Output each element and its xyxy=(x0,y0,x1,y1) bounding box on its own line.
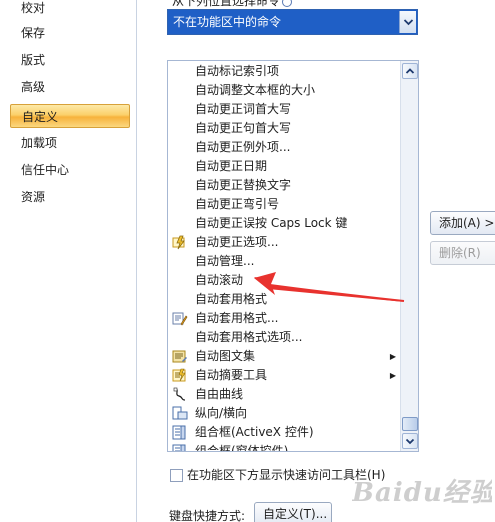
list-item-label: 自由曲线 xyxy=(195,387,244,401)
list-item-label: 自动标记索引项 xyxy=(195,64,280,78)
list-item-label: 自动管理... xyxy=(195,254,255,268)
list-item-label: 自动图文集 xyxy=(195,349,256,363)
list-item[interactable]: 自动更正误按 Caps Lock 键 xyxy=(168,214,401,233)
command-source-dropdown[interactable]: 不在功能区中的命令 xyxy=(167,9,418,35)
keyboard-shortcut-label: 键盘快捷方式: xyxy=(169,509,246,522)
list-item[interactable]: 自动摘要工具 ▶ xyxy=(168,366,401,385)
combobox-form-icon xyxy=(172,444,188,451)
list-item-label: 自动更正替换文字 xyxy=(195,178,292,192)
list-item-label: 自动更正例外项... xyxy=(195,140,291,154)
list-item-label: 纵向/横向 xyxy=(195,406,248,420)
chevron-up-icon xyxy=(405,68,415,74)
nav-item-advanced[interactable]: 高级 xyxy=(10,75,130,99)
list-item[interactable]: 组合框(窗体控件) xyxy=(168,442,401,452)
summary-icon xyxy=(172,368,188,383)
choose-commands-text: 从下列位置选择命令 xyxy=(172,0,281,8)
list-item-label: 自动滚动 xyxy=(195,273,244,287)
list-item[interactable]: 自动管理... xyxy=(168,252,401,271)
nav-item-trust-center[interactable]: 信任中心 xyxy=(10,158,130,182)
add-button[interactable]: 添加(A) >> xyxy=(430,211,495,235)
list-item-label: 自动更正选项... xyxy=(195,235,279,249)
chevron-down-icon xyxy=(405,438,415,445)
list-item[interactable]: 纵向/横向 xyxy=(168,404,401,423)
list-item-label: 自动更正误按 Caps Lock 键 xyxy=(195,216,348,230)
dropdown-button[interactable] xyxy=(399,11,416,33)
submenu-arrow-icon: ▶ xyxy=(389,371,396,380)
list-item[interactable]: 自动滚动 xyxy=(168,271,401,290)
nav-item-customize[interactable]: 自定义 xyxy=(10,104,130,128)
chevron-down-icon xyxy=(403,19,414,26)
list-item[interactable]: 自动套用格式... xyxy=(168,309,401,328)
list-item-label: 自动更正弯引号 xyxy=(195,197,280,211)
vertical-scrollbar[interactable] xyxy=(400,61,418,451)
lightning-icon xyxy=(172,235,188,250)
list-item[interactable]: 自动套用格式 xyxy=(168,290,401,309)
list-item-label: 自动套用格式... xyxy=(195,311,279,325)
customize-shortcuts-button[interactable]: 自定义(T)... xyxy=(254,502,332,522)
list-item[interactable]: 自动套用格式选项... xyxy=(168,328,401,347)
list-item-label: 自动套用格式选项... xyxy=(195,330,303,344)
nav-item-addins[interactable]: 加载项 xyxy=(10,131,130,155)
list-item[interactable]: 自动更正替换文字 xyxy=(168,176,401,195)
nav-item-resources[interactable]: 资源 xyxy=(10,185,130,209)
nav-item-proofing[interactable]: 校对 xyxy=(10,0,130,20)
list-item-label: 组合框(窗体控件) xyxy=(195,444,289,452)
list-item[interactable]: 自动更正例外项... xyxy=(168,138,401,157)
list-item[interactable]: 自动图文集 ▶ xyxy=(168,347,401,366)
list-item[interactable]: 自动更正句首大写 xyxy=(168,119,401,138)
list-item-label: 自动更正词首大写 xyxy=(195,102,292,116)
scroll-thumb[interactable] xyxy=(402,417,418,431)
nav-item-layout[interactable]: 版式 xyxy=(10,48,130,72)
list-item-label: 自动更正日期 xyxy=(195,159,268,173)
baidu-watermark: Baidu经验 xyxy=(352,478,492,508)
autotext-icon xyxy=(172,349,188,364)
list-item[interactable]: 自动更正弯引号 xyxy=(168,195,401,214)
orientation-icon xyxy=(172,406,188,421)
options-nav-pane: 校对 保存 版式 高级 自定义 加载项 信任中心 资源 xyxy=(0,0,137,522)
list-item[interactable]: 自动更正选项... xyxy=(168,233,401,252)
info-icon xyxy=(282,0,293,7)
list-item-label: 组合框(ActiveX 控件) xyxy=(195,425,314,439)
list-item[interactable]: 自由曲线 xyxy=(168,385,401,404)
choose-commands-label: 从下列位置选择命令 xyxy=(172,0,293,9)
list-item[interactable]: 自动标记索引项 xyxy=(168,62,401,81)
freeform-curve-icon xyxy=(172,387,188,402)
command-source-value: 不在功能区中的命令 xyxy=(173,15,282,29)
nav-item-save[interactable]: 保存 xyxy=(10,21,130,45)
list-item-label: 自动套用格式 xyxy=(195,292,268,306)
list-item-label: 自动摘要工具 xyxy=(195,368,268,382)
list-item[interactable]: 自动更正日期 xyxy=(168,157,401,176)
scroll-up-button[interactable] xyxy=(402,63,418,79)
list-item[interactable]: 组合框(ActiveX 控件) xyxy=(168,423,401,442)
show-qat-below-ribbon-checkbox[interactable] xyxy=(170,469,183,482)
submenu-arrow-icon: ▶ xyxy=(389,352,396,361)
combobox-icon xyxy=(172,425,188,440)
list-item[interactable]: 自动调整文本框的大小 xyxy=(168,81,401,100)
list-item-label: 自动更正句首大写 xyxy=(195,121,292,135)
list-item[interactable]: 自动更正词首大写 xyxy=(168,100,401,119)
command-list[interactable]: 自动标记索引项自动调整文本框的大小 自动更正词首大写 自动更正句首大写 自动更正例外项… xyxy=(167,60,419,452)
list-item-label: 自动调整文本框的大小 xyxy=(195,83,316,97)
remove-button[interactable]: 删除(R) xyxy=(430,241,495,265)
scroll-down-button[interactable] xyxy=(402,433,418,449)
command-list-items: 自动标记索引项自动调整文本框的大小 自动更正词首大写 自动更正句首大写 自动更正例外项… xyxy=(168,62,401,452)
format-pencil-icon xyxy=(172,311,188,326)
